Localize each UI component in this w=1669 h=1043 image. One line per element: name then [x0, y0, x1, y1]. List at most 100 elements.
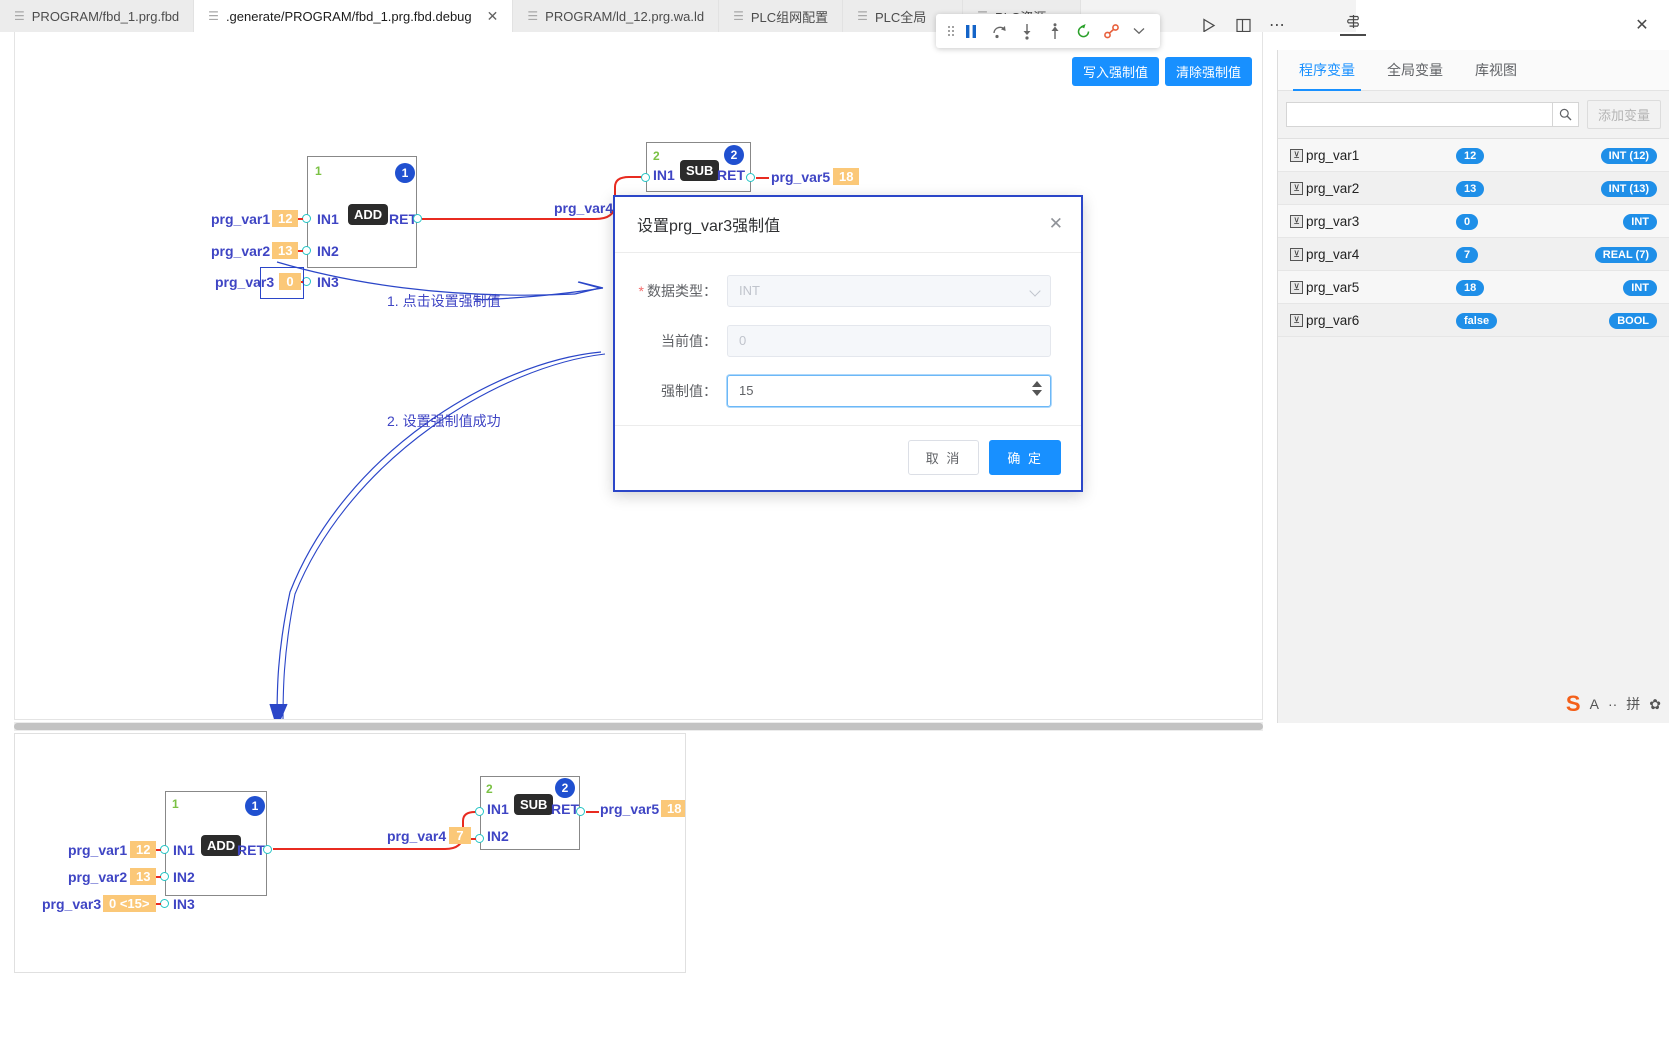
- close-icon[interactable]: ✕: [1625, 8, 1659, 42]
- current-value-placeholder: 0: [739, 333, 747, 349]
- bottom-sub-output-variable-label[interactable]: prg_var5: [600, 801, 659, 817]
- ime-dots-icon[interactable]: ··: [1608, 696, 1617, 712]
- drag-handle-icon[interactable]: [944, 24, 956, 38]
- variable-icon: ⊻: [1290, 247, 1303, 261]
- stepper-down-icon[interactable]: [1032, 389, 1042, 396]
- set-force-value-dialog[interactable]: 设置prg_var3强制值 ✕ * 数据类型： INT 当前值： 0 强制值： 1…: [613, 195, 1083, 492]
- clear-force-value-button[interactable]: 清除强制值: [1164, 57, 1252, 86]
- sub-in2-wire-variable-label[interactable]: prg_var4: [554, 200, 613, 216]
- add-ret-pin-dot[interactable]: [413, 214, 422, 223]
- execution-order-badge-1: 1: [395, 163, 415, 183]
- step-over-icon[interactable]: [986, 18, 1012, 44]
- dialog-close-icon[interactable]: ✕: [1049, 215, 1063, 232]
- variables-panel-icon[interactable]: [1336, 8, 1370, 42]
- tab-library-view[interactable]: 库视图: [1459, 50, 1533, 90]
- table-row[interactable]: ⊻ prg_var5 18 INT: [1278, 271, 1669, 304]
- editor-horizontal-scrollbar[interactable]: [14, 722, 1263, 731]
- sub-output-variable-label[interactable]: prg_var5: [771, 169, 830, 185]
- tab-plc-network-config[interactable]: ☰ PLC组网配置: [719, 0, 844, 32]
- bottom-add-in2-pin-dot[interactable]: [160, 872, 169, 881]
- bottom-sub-in2-pin-dot[interactable]: [475, 834, 484, 843]
- table-row[interactable]: ⊻ prg_var4 7 REAL (7): [1278, 238, 1669, 271]
- ime-status-bar[interactable]: S A ·· 拼 ✿: [1566, 693, 1661, 715]
- tab-label: PROGRAM/fbd_1.prg.fbd: [31, 8, 180, 24]
- debug-toolbar[interactable]: [936, 14, 1160, 48]
- chevron-down-icon[interactable]: [1126, 18, 1152, 44]
- data-type-select[interactable]: INT: [727, 274, 1051, 307]
- table-row[interactable]: ⊻ prg_var6 false BOOL: [1278, 304, 1669, 337]
- sub-operator-label: SUB: [680, 160, 720, 181]
- table-row[interactable]: ⊻ prg_var3 0 INT: [1278, 205, 1669, 238]
- add-variable-button[interactable]: 添加变量: [1586, 100, 1661, 129]
- bottom-sub-in2-variable-label[interactable]: prg_var4: [387, 828, 446, 844]
- bottom-add-in1-variable-label[interactable]: prg_var1: [68, 842, 127, 858]
- bottom-sub-in2-variable-value[interactable]: 7: [449, 827, 471, 844]
- variable-name: prg_var4: [1306, 246, 1360, 262]
- sub-in1-pin-label: IN1: [653, 167, 675, 183]
- tab-global-variables[interactable]: 全局变量: [1371, 50, 1459, 90]
- variable-name: prg_var2: [1306, 180, 1360, 196]
- scrollbar-thumb[interactable]: [14, 723, 1263, 730]
- bottom-add-in3-pin-dot[interactable]: [160, 899, 169, 908]
- add-in3-pin-label: IN3: [317, 274, 339, 290]
- confirm-button[interactable]: 确 定: [989, 440, 1061, 476]
- selected-variable-outline: [260, 267, 304, 299]
- bottom-add-in1-variable-value[interactable]: 12: [130, 841, 157, 858]
- bottom-add-ret-pin-dot[interactable]: [263, 845, 272, 854]
- tab-label: PROGRAM/ld_12.prg.wa.ld: [545, 8, 705, 24]
- sub-output-variable-value[interactable]: 18: [833, 168, 860, 185]
- tab-program-ld12[interactable]: ☰ PROGRAM/ld_12.prg.wa.ld: [513, 0, 720, 32]
- data-type-row: * 数据类型： INT: [627, 274, 1051, 307]
- stepper-up-icon[interactable]: [1032, 380, 1042, 387]
- tab-program-variables[interactable]: 程序变量: [1283, 50, 1371, 91]
- restart-icon[interactable]: [1070, 18, 1096, 44]
- more-icon[interactable]: ⋯: [1260, 8, 1294, 42]
- forced-result-panel[interactable]: 1 1 ADD RET IN1 IN2 IN3 prg_var1 12 prg_…: [14, 733, 686, 973]
- pause-icon[interactable]: [958, 18, 984, 44]
- cancel-button[interactable]: 取 消: [907, 440, 980, 476]
- dialog-footer: 取 消 确 定: [615, 424, 1081, 490]
- add-in1-variable-label[interactable]: prg_var1: [211, 211, 270, 227]
- variable-type: INT (12): [1546, 147, 1657, 164]
- bottom-add-in1-pin-dot[interactable]: [160, 845, 169, 854]
- add-in1-variable-value[interactable]: 12: [272, 210, 299, 227]
- write-force-value-button[interactable]: 写入强制值: [1071, 57, 1159, 86]
- bottom-sub-in1-pin-dot[interactable]: [475, 807, 484, 816]
- add-in1-pin-dot[interactable]: [302, 214, 311, 223]
- step-out-icon[interactable]: [1042, 18, 1068, 44]
- table-row[interactable]: ⊻ prg_var2 13 INT (13): [1278, 172, 1669, 205]
- bottom-add-in2-variable-label[interactable]: prg_var2: [68, 869, 127, 885]
- search-icon[interactable]: [1552, 102, 1579, 127]
- force-value-text: 15: [739, 383, 754, 399]
- breakpoint-toggle-icon[interactable]: [1098, 18, 1124, 44]
- sub-in1-pin-dot[interactable]: [641, 173, 650, 182]
- force-value-input[interactable]: 15: [727, 374, 1051, 407]
- sub-ret-pin-dot[interactable]: [746, 173, 755, 182]
- add-in2-variable-value[interactable]: 13: [272, 242, 299, 259]
- bottom-add-in1-pin-label: IN1: [173, 842, 195, 858]
- bottom-add-in2-variable-value[interactable]: 13: [130, 868, 157, 885]
- ime-gear-icon[interactable]: ✿: [1649, 696, 1661, 713]
- add-in2-pin-dot[interactable]: [302, 246, 311, 255]
- annotation-step-1: 1. 点击设置强制值: [387, 293, 501, 309]
- bottom-add-in3-variable-value[interactable]: 0 <15>: [103, 895, 156, 912]
- bottom-sub-output-variable-value[interactable]: 18: [661, 800, 685, 817]
- tab-program-fbd1[interactable]: ☰ PROGRAM/fbd_1.prg.fbd: [0, 0, 195, 32]
- bottom-sub-ret-pin-dot[interactable]: [576, 807, 585, 816]
- bottom-add-in3-variable-label[interactable]: prg_var3: [42, 896, 101, 912]
- file-icon: ☰: [14, 9, 25, 23]
- ime-pinyin-label[interactable]: 拼: [1626, 694, 1640, 714]
- sogou-logo-icon[interactable]: S: [1566, 693, 1581, 715]
- network-index-1: 1: [315, 164, 322, 178]
- annotation-step-2: 2. 设置强制值成功: [387, 413, 501, 429]
- table-row[interactable]: ⊻ prg_var1 12 INT (12): [1278, 139, 1669, 172]
- ime-mode-letter[interactable]: A: [1590, 696, 1599, 712]
- search-input[interactable]: [1286, 102, 1553, 127]
- variable-name: prg_var3: [1306, 213, 1360, 229]
- bottom-sub-in1-pin-label: IN1: [487, 801, 509, 817]
- add-in2-variable-label[interactable]: prg_var2: [211, 243, 270, 259]
- step-into-icon[interactable]: [1014, 18, 1040, 44]
- tab-generate-fbd1-debug[interactable]: ☰ .generate/PROGRAM/fbd_1.prg.fbd.debug …: [194, 0, 514, 32]
- tab-close-icon[interactable]: ✕: [487, 9, 499, 23]
- number-stepper[interactable]: [1032, 380, 1042, 396]
